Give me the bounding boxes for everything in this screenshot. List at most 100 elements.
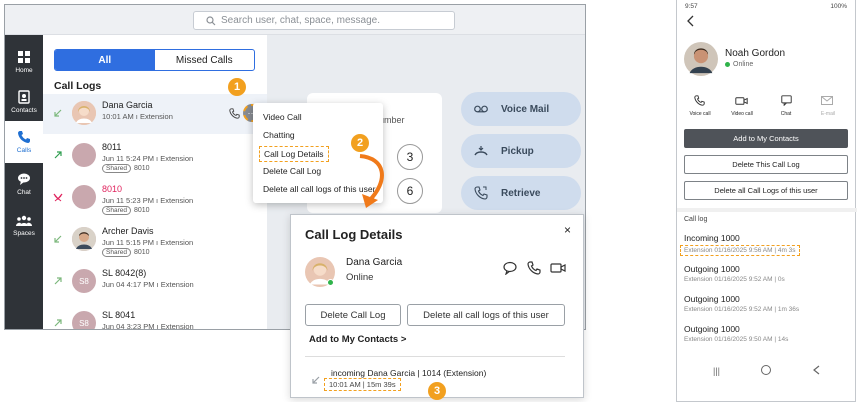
grid-icon xyxy=(18,51,30,63)
recent-apps-icon[interactable]: ||| xyxy=(713,366,720,376)
row-shared: Shared 8010 xyxy=(102,164,150,173)
tab-all[interactable]: All xyxy=(55,50,155,70)
search-icon xyxy=(206,15,216,25)
avatar xyxy=(72,143,96,167)
nav-spaces[interactable]: Spaces xyxy=(5,205,43,247)
delete-all-call-logs-button[interactable]: Delete all call logs of this user xyxy=(407,304,565,326)
call-logs-title: Call Logs xyxy=(54,80,102,92)
tab-missed-calls[interactable]: Missed Calls xyxy=(155,50,255,70)
delete-all-call-logs-button[interactable]: Delete all Call Logs of this user xyxy=(684,181,848,200)
nav-contacts-label: Contacts xyxy=(11,107,37,114)
incoming-call-icon xyxy=(54,235,62,243)
row-name: Archer Davis xyxy=(102,226,154,236)
nav-home-label: Home xyxy=(15,67,33,74)
list-item[interactable]: Incoming 1000 Extension 01/16/2025 9:56 … xyxy=(680,233,800,256)
video-icon[interactable] xyxy=(550,262,566,274)
nav-contacts[interactable]: Contacts xyxy=(5,81,43,123)
search-input[interactable]: Search user, chat, space, message. xyxy=(193,11,455,30)
video-call-button[interactable] xyxy=(735,96,748,106)
status-label: Online xyxy=(733,61,754,68)
chat-label: Chat xyxy=(780,111,792,117)
menu-item-video-call[interactable]: Video Call xyxy=(263,112,302,122)
delete-call-log-button[interactable]: Delete Call Log xyxy=(305,304,401,326)
incoming-call-icon xyxy=(54,109,62,117)
chat-icon xyxy=(781,95,792,106)
retrieve-button[interactable]: Retrieve xyxy=(461,176,581,210)
table-row[interactable]: 8010 Jun 11 5:23 PM ı Extension Shared 80… xyxy=(43,178,267,218)
phone-icon xyxy=(693,95,705,106)
row-detail: Jun 11 5:23 PM ı Extension xyxy=(102,196,194,205)
table-row[interactable]: S8 SL 8041 Jun 04 3:23 PM ı Extension xyxy=(43,304,267,330)
log-title: Outgoing 1000 xyxy=(684,264,740,274)
row-name: SL 8041 xyxy=(102,310,136,320)
avatar: S8 xyxy=(72,311,96,329)
phone-icon[interactable] xyxy=(527,261,541,275)
people-icon xyxy=(16,215,32,226)
pickup-icon xyxy=(474,146,488,156)
add-to-contacts-link[interactable]: Add to My Contacts > xyxy=(309,334,406,345)
log-subtitle: Extension 01/16/2025 9:52 AM | 0s xyxy=(684,276,785,283)
menu-item-delete-call-log[interactable]: Delete Call Log xyxy=(263,166,321,176)
pickup-label: Pickup xyxy=(501,145,534,157)
list-item[interactable]: Outgoing 1000 Extension 01/16/2025 9:52 … xyxy=(684,294,799,313)
phone-icon[interactable] xyxy=(229,108,240,119)
row-detail: Jun 04 3:23 PM ı Extension xyxy=(102,322,194,330)
chat-icon[interactable] xyxy=(503,261,517,275)
list-item[interactable]: Outgoing 1000 Extension 01/16/2025 9:50 … xyxy=(684,324,788,343)
log-subtitle: Extension 01/16/2025 9:50 AM | 14s xyxy=(684,336,789,343)
incoming-call-icon xyxy=(312,376,320,384)
contact-status: Online xyxy=(725,61,753,68)
email-button[interactable] xyxy=(821,96,833,105)
back-nav-icon[interactable] xyxy=(813,365,820,375)
chat-button[interactable] xyxy=(781,95,792,106)
row-name: 8011 xyxy=(102,142,122,152)
dial-key-6[interactable]: 6 xyxy=(397,178,423,204)
contact-name: Dana Garcia xyxy=(346,257,403,268)
table-row[interactable]: 8011 Jun 11 5:24 PM ı Extension Shared 80… xyxy=(43,136,267,176)
search-placeholder: Search user, chat, space, message. xyxy=(221,15,380,26)
row-detail: Jun 11 5:24 PM ı Extension xyxy=(102,154,194,163)
battery-level: 100% xyxy=(830,3,847,10)
dialog-title: Call Log Details xyxy=(305,227,403,242)
nav-chat[interactable]: Chat xyxy=(5,163,43,205)
mobile-screen: 9:57 100% Noah Gordon Online Voice call … xyxy=(676,0,857,402)
voice-mail-label: Voice Mail xyxy=(501,103,550,115)
list-item[interactable]: Outgoing 1000 Extension 01/16/2025 9:52 … xyxy=(684,264,785,283)
home-icon[interactable] xyxy=(761,365,771,375)
call-log-label: Call log xyxy=(684,216,708,223)
outgoing-call-icon xyxy=(54,151,62,159)
table-row[interactable]: Dana Garcia 10:01 AM ı Extension ··· xyxy=(43,94,267,134)
filter-tabs: All Missed Calls xyxy=(54,49,255,71)
back-icon[interactable] xyxy=(687,15,695,27)
log-subtitle: Extension 01/16/2025 9:56 AM | 4m 3s xyxy=(680,245,800,256)
nav-home[interactable]: Home xyxy=(5,41,43,83)
table-row[interactable]: Archer Davis Jun 11 5:15 PM ı Extension … xyxy=(43,220,267,260)
nav-spaces-label: Spaces xyxy=(13,230,35,237)
delete-call-log-button[interactable]: Delete This Call Log xyxy=(684,155,848,174)
status-time: 9:57 xyxy=(685,3,698,10)
row-detail: Jun 04 4:17 PM ı Extension xyxy=(102,280,194,289)
voice-call-label: Voice call xyxy=(689,111,711,117)
avatar xyxy=(72,185,96,209)
divider xyxy=(305,356,565,357)
contact-status: Online xyxy=(346,272,374,283)
table-row[interactable]: S8 SL 8042(8) Jun 04 4:17 PM ı Extension xyxy=(43,262,267,302)
nav-calls-label: Calls xyxy=(16,147,32,154)
add-to-contacts-button[interactable]: Add to My Contacts xyxy=(684,129,848,148)
online-status-icon xyxy=(725,62,730,67)
retrieve-label: Retrieve xyxy=(501,187,541,199)
call-log-details-dialog: Call Log Details × Dana Garcia Online De… xyxy=(290,214,584,400)
dial-key-3[interactable]: 3 xyxy=(397,144,423,170)
avatar xyxy=(72,101,96,125)
avatar xyxy=(305,257,335,287)
shared-badge: Shared xyxy=(102,164,131,173)
close-icon[interactable]: × xyxy=(564,223,571,237)
voice-call-button[interactable] xyxy=(689,95,709,106)
voice-mail-button[interactable]: Voice Mail xyxy=(461,92,581,126)
row-extension: 8010 xyxy=(133,165,150,172)
pickup-button[interactable]: Pickup xyxy=(461,134,581,168)
retrieve-icon xyxy=(474,186,488,200)
menu-item-chatting[interactable]: Chatting xyxy=(263,130,295,140)
nav-calls[interactable]: Calls xyxy=(5,121,43,163)
menu-item-call-log-details[interactable]: Call Log Details xyxy=(259,146,329,162)
